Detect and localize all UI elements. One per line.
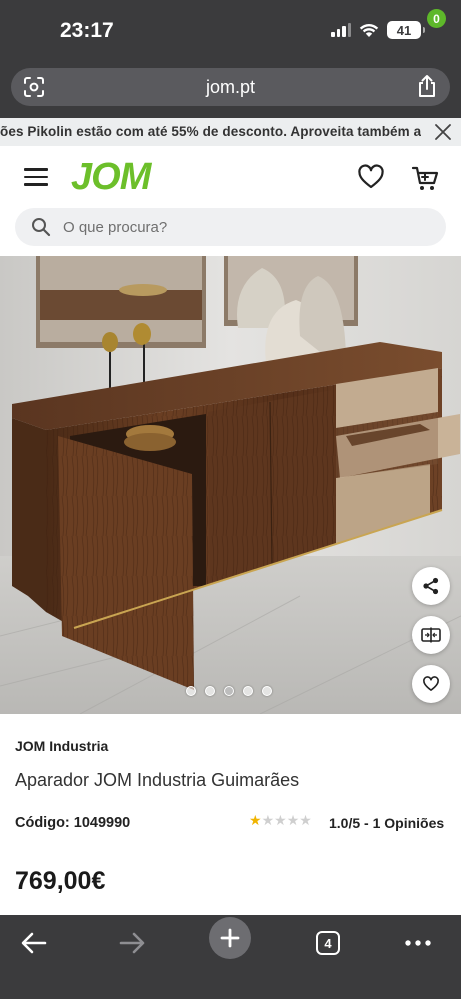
back-icon <box>21 932 47 954</box>
rating-summary[interactable]: 1.0/5 - 1 Opiniões <box>329 815 444 831</box>
close-icon[interactable] <box>433 122 453 142</box>
promo-text[interactable]: ões Pikolin estão com até 55% de descont… <box>0 124 441 139</box>
search-bar <box>15 208 446 246</box>
compare-button[interactable] <box>412 616 450 654</box>
more-icon <box>405 940 431 946</box>
rating-stars[interactable]: ★ ★ ★ ★ ★ <box>249 813 312 827</box>
cart-icon[interactable] <box>411 164 439 192</box>
battery-indicator: 41 <box>387 21 425 39</box>
share-icon[interactable] <box>416 74 438 98</box>
search-input[interactable] <box>63 208 423 246</box>
heart-icon <box>423 676 439 691</box>
gallery-dot[interactable] <box>262 686 272 696</box>
wifi-icon <box>359 23 379 37</box>
star-icon: ★ <box>274 812 287 828</box>
cellular-signal-icon <box>331 23 351 37</box>
star-icon: ★ <box>261 812 275 828</box>
product-image[interactable] <box>0 256 461 714</box>
browser-address-area: jom.pt <box>0 62 461 118</box>
plus-icon <box>220 928 240 948</box>
status-icons: 41 <box>331 21 425 39</box>
back-button[interactable] <box>14 923 54 963</box>
gallery-pagination <box>186 686 272 696</box>
sideboard-photo <box>0 256 461 714</box>
status-time: 23:17 <box>60 19 114 42</box>
browser-toolbar: 4 <box>0 915 461 999</box>
menu-icon[interactable] <box>24 168 48 186</box>
gallery-dot[interactable] <box>205 686 215 696</box>
product-code: Código: 1049990 <box>15 815 131 831</box>
url-text[interactable]: jom.pt <box>11 77 450 98</box>
product-brand[interactable]: JOM Industria <box>15 738 108 754</box>
jom-logo[interactable]: JOM <box>71 156 151 199</box>
address-bar[interactable]: jom.pt <box>11 68 450 106</box>
new-tab-button[interactable] <box>209 917 251 959</box>
tab-count: 4 <box>316 931 340 955</box>
share-button[interactable] <box>412 567 450 605</box>
gallery-dot[interactable] <box>243 686 253 696</box>
search-icon <box>32 218 51 237</box>
heart-icon[interactable] <box>357 164 385 190</box>
star-icon: ★ <box>249 812 262 828</box>
share-icon <box>423 577 439 595</box>
forward-button[interactable] <box>112 923 152 963</box>
star-icon: ★ <box>286 812 300 828</box>
more-button[interactable] <box>398 923 438 963</box>
wishlist-button[interactable] <box>412 665 450 703</box>
star-icon: ★ <box>299 812 312 828</box>
compare-icon <box>421 627 441 643</box>
cart-count-badge: 0 <box>427 9 446 28</box>
product-title: Aparador JOM Industria Guimarães <box>15 770 300 790</box>
site-header: JOM <box>0 146 461 208</box>
gallery-dot[interactable] <box>186 686 196 696</box>
gallery-dot-active[interactable] <box>224 686 234 696</box>
status-bar: 23:17 41 <box>0 0 461 62</box>
product-price: 769,00€ <box>15 867 106 895</box>
tabs-button[interactable]: 4 <box>308 923 348 963</box>
promo-banner: ões Pikolin estão com até 55% de descont… <box>0 118 461 146</box>
forward-icon <box>119 932 145 954</box>
